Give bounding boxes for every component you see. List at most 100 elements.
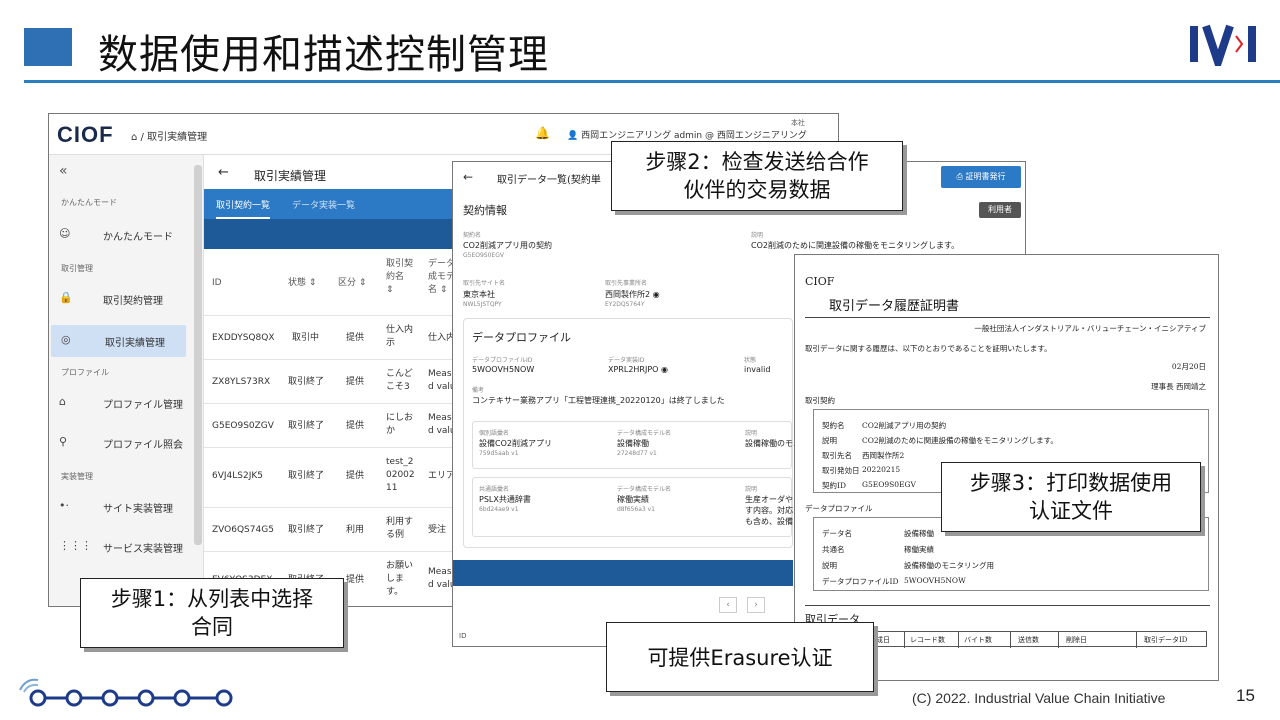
field-value: 20220215 (862, 465, 901, 474)
sidebar-item-service-impl[interactable]: ⋮⋮⋮ サービス実装管理 (49, 531, 204, 563)
sidebar-item-label: サービス実装管理 (103, 544, 183, 555)
user-menu[interactable]: 👤 西岡エンジニアリング admin @ 西岡エンジニアリング (567, 128, 807, 141)
label: 説明 (751, 232, 764, 239)
back-arrow-icon[interactable]: ← (463, 170, 473, 184)
target-icon: ◎ (61, 333, 71, 346)
sidebar-section-impl: 実装管理 (61, 472, 93, 481)
field-label: 説明 (822, 561, 837, 570)
label: 取引先事業所名 (605, 280, 648, 287)
user-label: 西岡エンジニアリング admin @ 西岡エンジニアリング (581, 131, 807, 141)
sidebar-item-profile-mgmt[interactable]: ⌂ プロファイル管理 (49, 387, 204, 419)
model-desc: 生産オーダや す内容。対応 も含め、設備 (745, 495, 793, 526)
cell-type: 提供 (346, 377, 365, 387)
dots-icon: •· (59, 499, 69, 512)
label: 備考 (472, 387, 485, 394)
collapse-icon[interactable]: « (59, 163, 68, 179)
cell-type: 提供 (346, 575, 365, 585)
sidebar-section-transaction: 取引管理 (61, 264, 93, 273)
partner-site-id: NWL5JSTQPY (463, 301, 502, 308)
cell-contract: 仕入内 示 (386, 325, 414, 348)
grid-icon: ⋮⋮⋮ (59, 539, 92, 552)
col-header-status[interactable]: 状態 ⇕ (288, 277, 316, 290)
data-impl-id: XPRL2HRJPO ◉ (608, 365, 668, 374)
label: 個別語彙名 (479, 430, 510, 437)
partner-office: 西岡製作所2 ◉ (605, 289, 660, 300)
data-profile-card: データプロファイル データプロファイルID 5WOOVH5NOW データ実装ID… (463, 318, 801, 548)
lock-icon: 🔒 (59, 291, 73, 304)
field-label: 契約ID (822, 481, 846, 490)
search-icon: ⚲ (59, 435, 68, 448)
vocab-version: 759d5aab v1 (479, 450, 519, 457)
prev-page-button[interactable]: ‹ (719, 597, 737, 613)
contract-desc: CO2削減のために関連設備の稼働をモニタリングします。 (751, 241, 960, 250)
eye-icon[interactable]: ◉ (653, 290, 660, 299)
field-value: CO2削減アプリ用の契約 (862, 421, 947, 430)
home-search-icon: ⌂ (59, 395, 66, 408)
col-header: 取引データID (1144, 636, 1188, 644)
col-header-id[interactable]: ID (212, 277, 222, 290)
section-contract: 取引契約 (805, 396, 835, 405)
cell-status: 取引終了 (288, 525, 325, 535)
callout-step3: 步骤3：打印数据使用 认证文件 (941, 462, 1201, 532)
model-desc: 設備稼働のモニ (745, 439, 801, 448)
divider (958, 632, 959, 648)
smile-icon: ☺ (59, 227, 71, 240)
col-header: 削除日 (1066, 636, 1087, 644)
divider (904, 632, 905, 648)
divider (1010, 632, 1011, 648)
page-number: 15 (1236, 686, 1255, 705)
title-accent-square (24, 28, 72, 66)
col-header: 成日 (876, 636, 890, 644)
issue-certificate-button[interactable]: ⎙ 証明書発行 (941, 166, 1021, 188)
page-title: 取引実績管理 (254, 169, 327, 183)
ciof-logo: CIOF (57, 122, 114, 147)
cell-contract: こんど こそ3 (386, 369, 413, 392)
field-label: 説明 (822, 436, 837, 445)
sidebar-item-label: プロファイル管理 (103, 400, 183, 411)
cell-id: G5EO9S0ZGV (212, 421, 274, 431)
sidebar-item-contract-mgmt[interactable]: 🔒 取引契約管理 (49, 283, 204, 315)
tab-contract-list[interactable]: 取引契約一覧 (216, 198, 271, 219)
sidebar-section-profile: プロファイル (61, 368, 109, 377)
label: 状態 (744, 357, 757, 364)
sidebar-item-site-impl[interactable]: •· サイト実装管理 (49, 491, 204, 523)
breadcrumb[interactable]: ⌂ / 取引実績管理 (131, 128, 207, 143)
sidebar-item-easy-mode[interactable]: ☺ かんたんモード (49, 219, 204, 251)
sidebar-item-profile-query[interactable]: ⚲ プロファイル照会 (49, 427, 204, 459)
col-header-type[interactable]: 区分 ⇕ (338, 277, 366, 290)
data-profile-heading: データプロファイル (472, 331, 571, 344)
vocab-version: 6bd24ae9 v1 (479, 506, 519, 513)
tab-data-impl-list[interactable]: データ実装一覧 (292, 198, 355, 211)
vocab-name: PSLX共通辞書 (479, 495, 531, 504)
col-header: レコード数 (910, 636, 945, 644)
id-column-header: ID (459, 632, 467, 640)
cell-id: 6VJ4LS2JK5 (212, 471, 263, 481)
site-label: 本社 (791, 119, 805, 127)
sidebar-item-label: サイト実装管理 (103, 504, 173, 515)
col-header-contract[interactable]: 取引契 約名 ⇕ (386, 258, 413, 297)
bell-icon[interactable]: 🔔 (535, 126, 550, 140)
field-value: 5WOOVH5NOW (904, 576, 966, 585)
eye-icon[interactable]: ◉ (661, 365, 668, 374)
partner-office-id: EY2DQS764Y (605, 301, 645, 308)
cell-model: エリア (428, 471, 456, 481)
col-header-model[interactable]: データ 成モデ 名 ⇕ (428, 258, 455, 297)
callout-step1: 步骤1：从列表中选择 合同 (80, 578, 344, 648)
field-label: 契約名 (822, 421, 845, 430)
next-page-button[interactable]: › (747, 597, 765, 613)
field-label: データ名 (822, 529, 852, 538)
field-label: データプロファイルID (822, 577, 899, 586)
sidebar-scrollbar[interactable] (194, 165, 202, 545)
back-arrow-icon[interactable]: ← (218, 165, 229, 180)
cell-type: 提供 (346, 471, 365, 481)
title-underline (24, 80, 1280, 83)
cell-contract: test_2 02002 11 (386, 457, 415, 493)
contract-id: G5EO9S0EGV (463, 252, 504, 259)
col-header: 送信数 (1018, 636, 1039, 644)
divider (805, 317, 1210, 318)
field-value: CO2削減のために関連設備の稼働をモニタリングします。 (862, 436, 1058, 445)
label: 説明 (745, 430, 758, 437)
sidebar-item-record-mgmt[interactable]: ◎ 取引実績管理 (51, 325, 186, 357)
label: 契約名 (463, 232, 482, 239)
section-profile: データプロファイル (805, 504, 873, 513)
